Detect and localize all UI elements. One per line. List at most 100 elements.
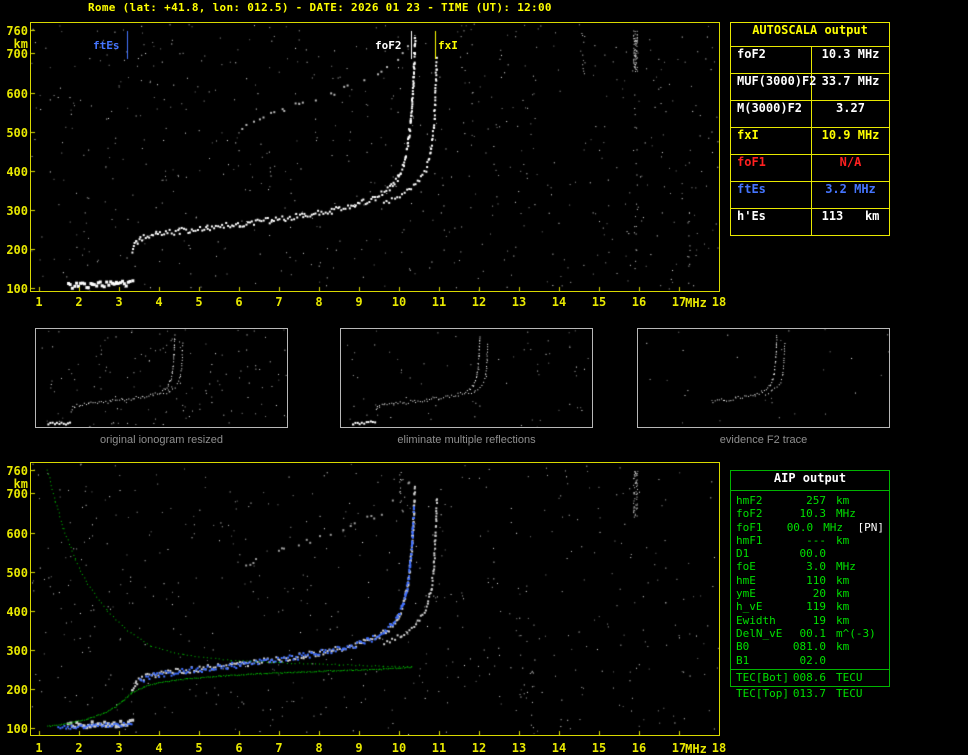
aip-param-value: 257	[806, 494, 826, 507]
aip-param-value: 008.6	[792, 670, 826, 684]
aip-param-value: ---	[806, 533, 826, 547]
aip-param-unit: km	[836, 613, 850, 627]
aip-param-value: 00.1	[799, 626, 827, 640]
aip-param-value: 110	[806, 573, 826, 587]
y-tick-label: 600	[6, 526, 28, 541]
aip-param-value: 3.0	[806, 560, 826, 574]
aip-param-unit: km	[836, 587, 850, 601]
x-tick-label: 13	[511, 741, 527, 755]
autoscala-title: AUTOSCALA output	[731, 23, 889, 47]
aip-param-unit: km	[836, 640, 850, 654]
aip-row-foF2: foF2 10.3 MHz	[731, 507, 889, 520]
aip-param-label: TEC[Bot]	[736, 670, 789, 684]
bottom-ionogram-plot	[30, 462, 720, 736]
aip-param-label: hmF1	[736, 533, 763, 547]
y-tick-label: 200	[6, 682, 28, 697]
top-ionogram-plot: ftEs foF2 fxI	[30, 22, 720, 292]
autoscala-param-label: M(3000)F2	[731, 101, 812, 127]
thumbnail-original	[35, 328, 288, 428]
aip-param-label: h_vE	[736, 600, 763, 614]
aip-param-value: 20	[812, 587, 826, 601]
x-tick-label: 12	[471, 741, 487, 755]
autoscala-param-label: fxI	[731, 128, 812, 154]
aip-table: AIP output hmF2 257 km foF2 10.3 MHz foF1 00.0 M…	[730, 470, 890, 688]
aip-row-TEC[Bot]: TEC[Bot] 008.6 TECU	[731, 671, 889, 684]
x-tick-label: 17	[671, 295, 687, 309]
x-tick-label: 10	[391, 741, 407, 755]
aip-param-unit: MHz	[823, 520, 844, 534]
aip-param-label: hmF2	[736, 494, 763, 507]
y-tick-label: 400	[6, 604, 28, 619]
y-tick-label: 700	[6, 487, 28, 502]
aip-param-value: 119	[806, 600, 826, 614]
x-tick-label: 16	[631, 741, 647, 755]
aip-param-unit: TECU	[836, 670, 863, 684]
aip-param-value: 19	[812, 613, 826, 627]
autoscala-param-value: 113 km	[821, 209, 880, 223]
x-tick-label: 15	[591, 741, 607, 755]
aip-row-h_vE: h_vE 119 km	[731, 600, 889, 613]
x-tick-label: 9	[355, 295, 363, 309]
y-tick-label: 400	[6, 164, 28, 179]
autoscala-param-value: 33.7 MHz	[821, 74, 880, 88]
aip-param-unit: km	[836, 533, 850, 547]
x-tick-label: 9	[355, 741, 363, 755]
aip-tec-top-section: TEC[Top] 013.7 TECU	[731, 687, 887, 700]
y-tick-label: 600	[6, 86, 28, 101]
aip-param-value: 013.7	[792, 687, 826, 700]
x-tick-label: 6	[235, 295, 243, 309]
aip-row-D1: D1 00.0	[731, 547, 889, 560]
autoscala-param-value: 10.9 MHz	[821, 128, 880, 142]
x-tick-label: 8	[315, 741, 323, 755]
autoscala-row-ftEs: ftEs 3.2 MHz	[731, 182, 889, 209]
aip-row-Ewidth: Ewidth 19 km	[731, 614, 889, 627]
x-tick-label: 15	[591, 295, 607, 309]
y-tick-label: 500	[6, 565, 28, 580]
x-tick-label: 11	[431, 295, 447, 309]
aip-param-label: foE	[736, 560, 756, 574]
x-tick-label: 3	[115, 295, 123, 309]
x-tick-label: 13	[511, 295, 527, 309]
x-tick-label: 8	[315, 295, 323, 309]
y-tick-label: 100	[6, 722, 28, 736]
aip-param-label: B1	[736, 653, 750, 667]
autoscala-param-label: MUF(3000)F2	[731, 74, 816, 100]
aip-param-unit: MHz	[836, 507, 856, 521]
y-tick-label: 700	[6, 47, 28, 62]
y-tick-label: 300	[6, 203, 28, 218]
aip-param-unit: km	[836, 573, 850, 587]
x-tick-label: 1	[35, 295, 43, 309]
x-tick-label: 5	[195, 741, 203, 755]
aip-param-label: TEC[Top]	[736, 687, 789, 700]
x-tick-label: 11	[431, 741, 447, 755]
aip-row-B1: B1 02.0	[731, 654, 889, 667]
aip-row-foF1: foF1 00.0 MHz [PN]	[731, 521, 889, 534]
aip-param-label: Ewidth	[736, 613, 776, 627]
autoscala-param-label: ftEs	[731, 182, 812, 208]
aip-param-unit: km	[836, 494, 850, 507]
aip-tec-bottom-section: TEC[Bot] 008.6 TECU	[731, 668, 889, 684]
autoscala-row-MUF(3000)F2: MUF(3000)F2 33.7 MHz	[731, 74, 889, 101]
page-title: Rome (lat: +41.8, lon: 012.5) - DATE: 20…	[88, 1, 552, 14]
autoscala-row-foF2: foF2 10.3 MHz	[731, 47, 889, 74]
x-tick-label: 7	[275, 741, 283, 755]
aip-row-ymE: ymE 20 km	[731, 587, 889, 600]
aip-param-value: 02.0	[799, 653, 827, 667]
thumbnail-no-multiples-canvas	[341, 329, 592, 427]
autoscala-param-value: N/A	[839, 155, 862, 169]
x-tick-label: 3	[115, 741, 123, 755]
thumbnail-original-canvas	[36, 329, 287, 427]
fxi-label: fxI	[438, 39, 458, 52]
x-tick-label: 2	[75, 295, 83, 309]
aip-param-label: DelN_vE	[736, 626, 783, 640]
aip-param-label: hmE	[736, 573, 756, 587]
x-tick-label: 18	[711, 741, 727, 755]
autoscala-param-value: 10.3 MHz	[821, 47, 880, 61]
autoscala-param-label: foF1	[731, 155, 812, 181]
x-tick-label: 10	[391, 295, 407, 309]
aip-param-unit: km	[836, 600, 850, 614]
x-tick-label: 18	[711, 295, 727, 309]
thumbnail-f2-trace	[637, 328, 890, 428]
aip-row-foE: foE 3.0 MHz	[731, 560, 889, 573]
autoscala-row-h'Es: h'Es 113 km	[731, 209, 889, 235]
